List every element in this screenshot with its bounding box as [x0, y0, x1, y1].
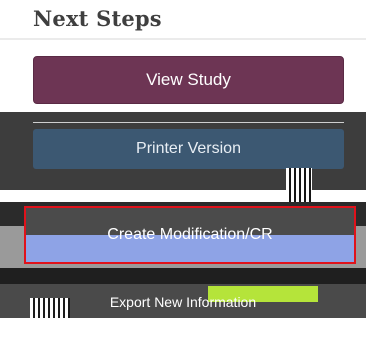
panel-bottom	[0, 318, 366, 341]
next-steps-panel: Next Steps View Study Printer Version Cr…	[0, 0, 366, 341]
title-divider	[0, 38, 366, 40]
render-artifact-dark-row	[0, 268, 366, 284]
create-modification-button[interactable]: Create Modification/CR	[24, 206, 356, 264]
view-study-button[interactable]: View Study	[33, 56, 344, 104]
export-link[interactable]: Export New Information	[0, 290, 366, 314]
divider-line	[33, 122, 344, 123]
section-title: Next Steps	[33, 6, 162, 31]
render-artifact-stripes	[286, 168, 312, 202]
printer-version-button[interactable]: Printer Version	[33, 129, 344, 169]
